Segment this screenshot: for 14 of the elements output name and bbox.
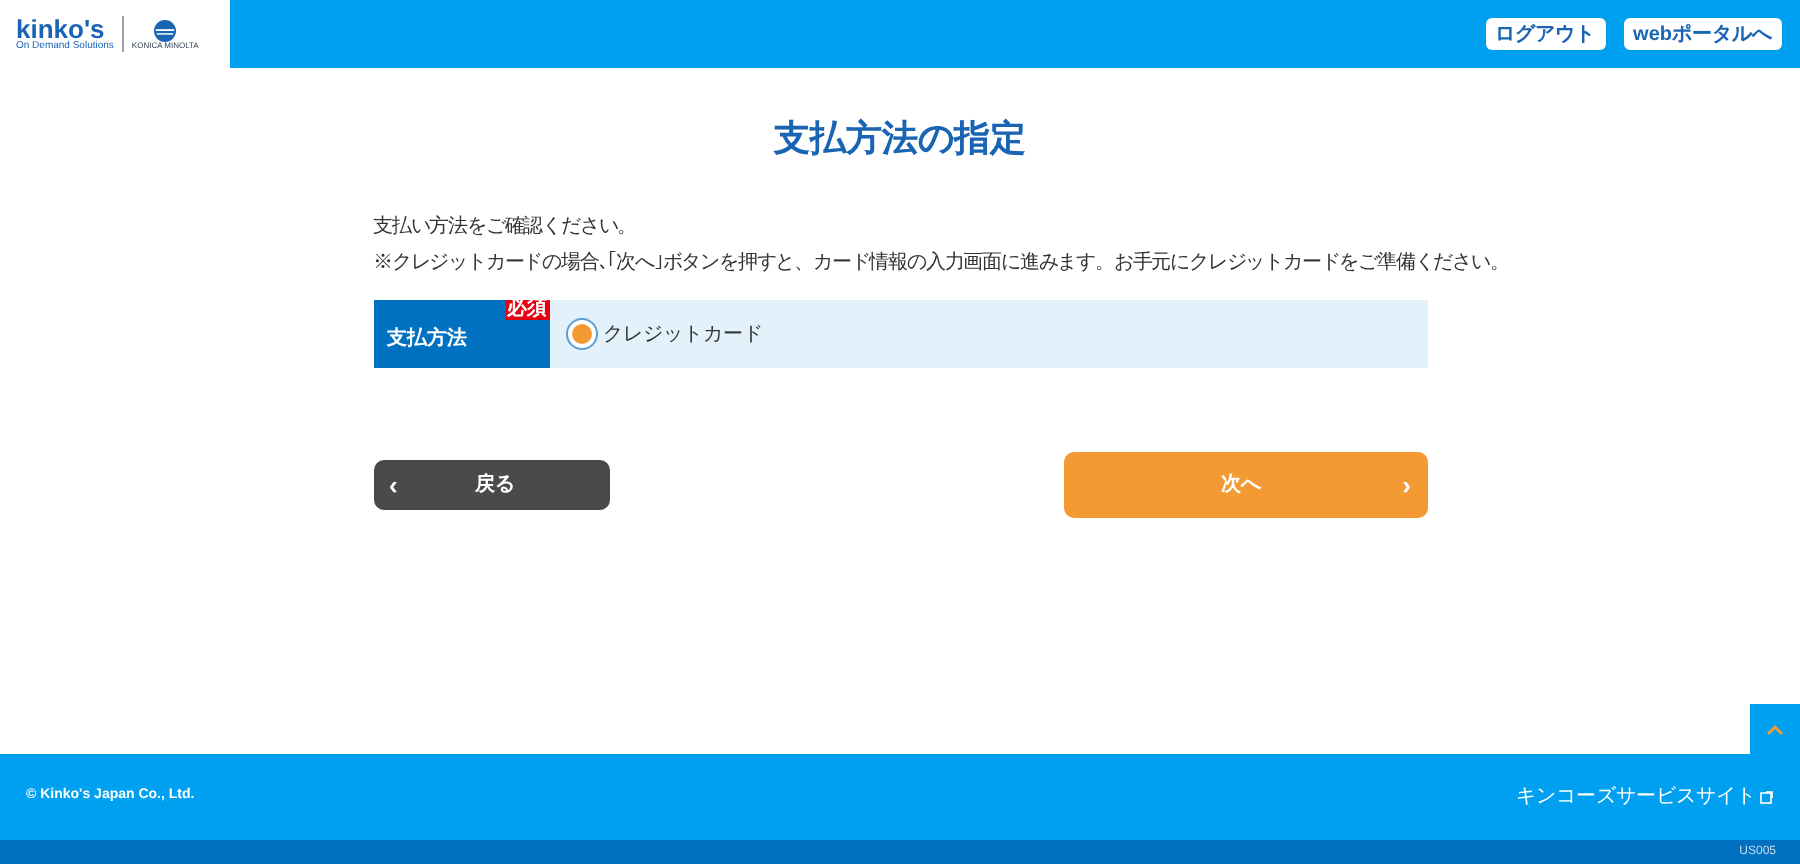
external-link-icon — [1760, 790, 1774, 804]
back-button[interactable]: ‹ 戻る — [373, 460, 609, 510]
portal-button[interactable]: webポータルへ — [1623, 18, 1782, 50]
instruction-text: 支払い方法をご確認ください。 — [373, 214, 637, 240]
brand-logo-text: kinko's — [16, 16, 105, 42]
page-title: 支払方法の指定 — [774, 116, 1026, 162]
radio-option[interactable]: クレジットカード — [565, 318, 763, 350]
globe-logo-icon — [154, 19, 177, 41]
logout-button[interactable]: ログアウト — [1485, 18, 1606, 50]
chevron-up-icon — [1766, 723, 1784, 735]
instruction-text: ※クレジットカードの場合､｢次へ｣ボタンを押すと、カード情報の入力画面に進みます。お手元にクレジットカードをご準備ください。 — [373, 250, 1509, 276]
radio-button[interactable] — [565, 318, 597, 350]
option-label: クレジットカード — [603, 321, 763, 349]
field-label: 支払方法 — [387, 328, 467, 350]
